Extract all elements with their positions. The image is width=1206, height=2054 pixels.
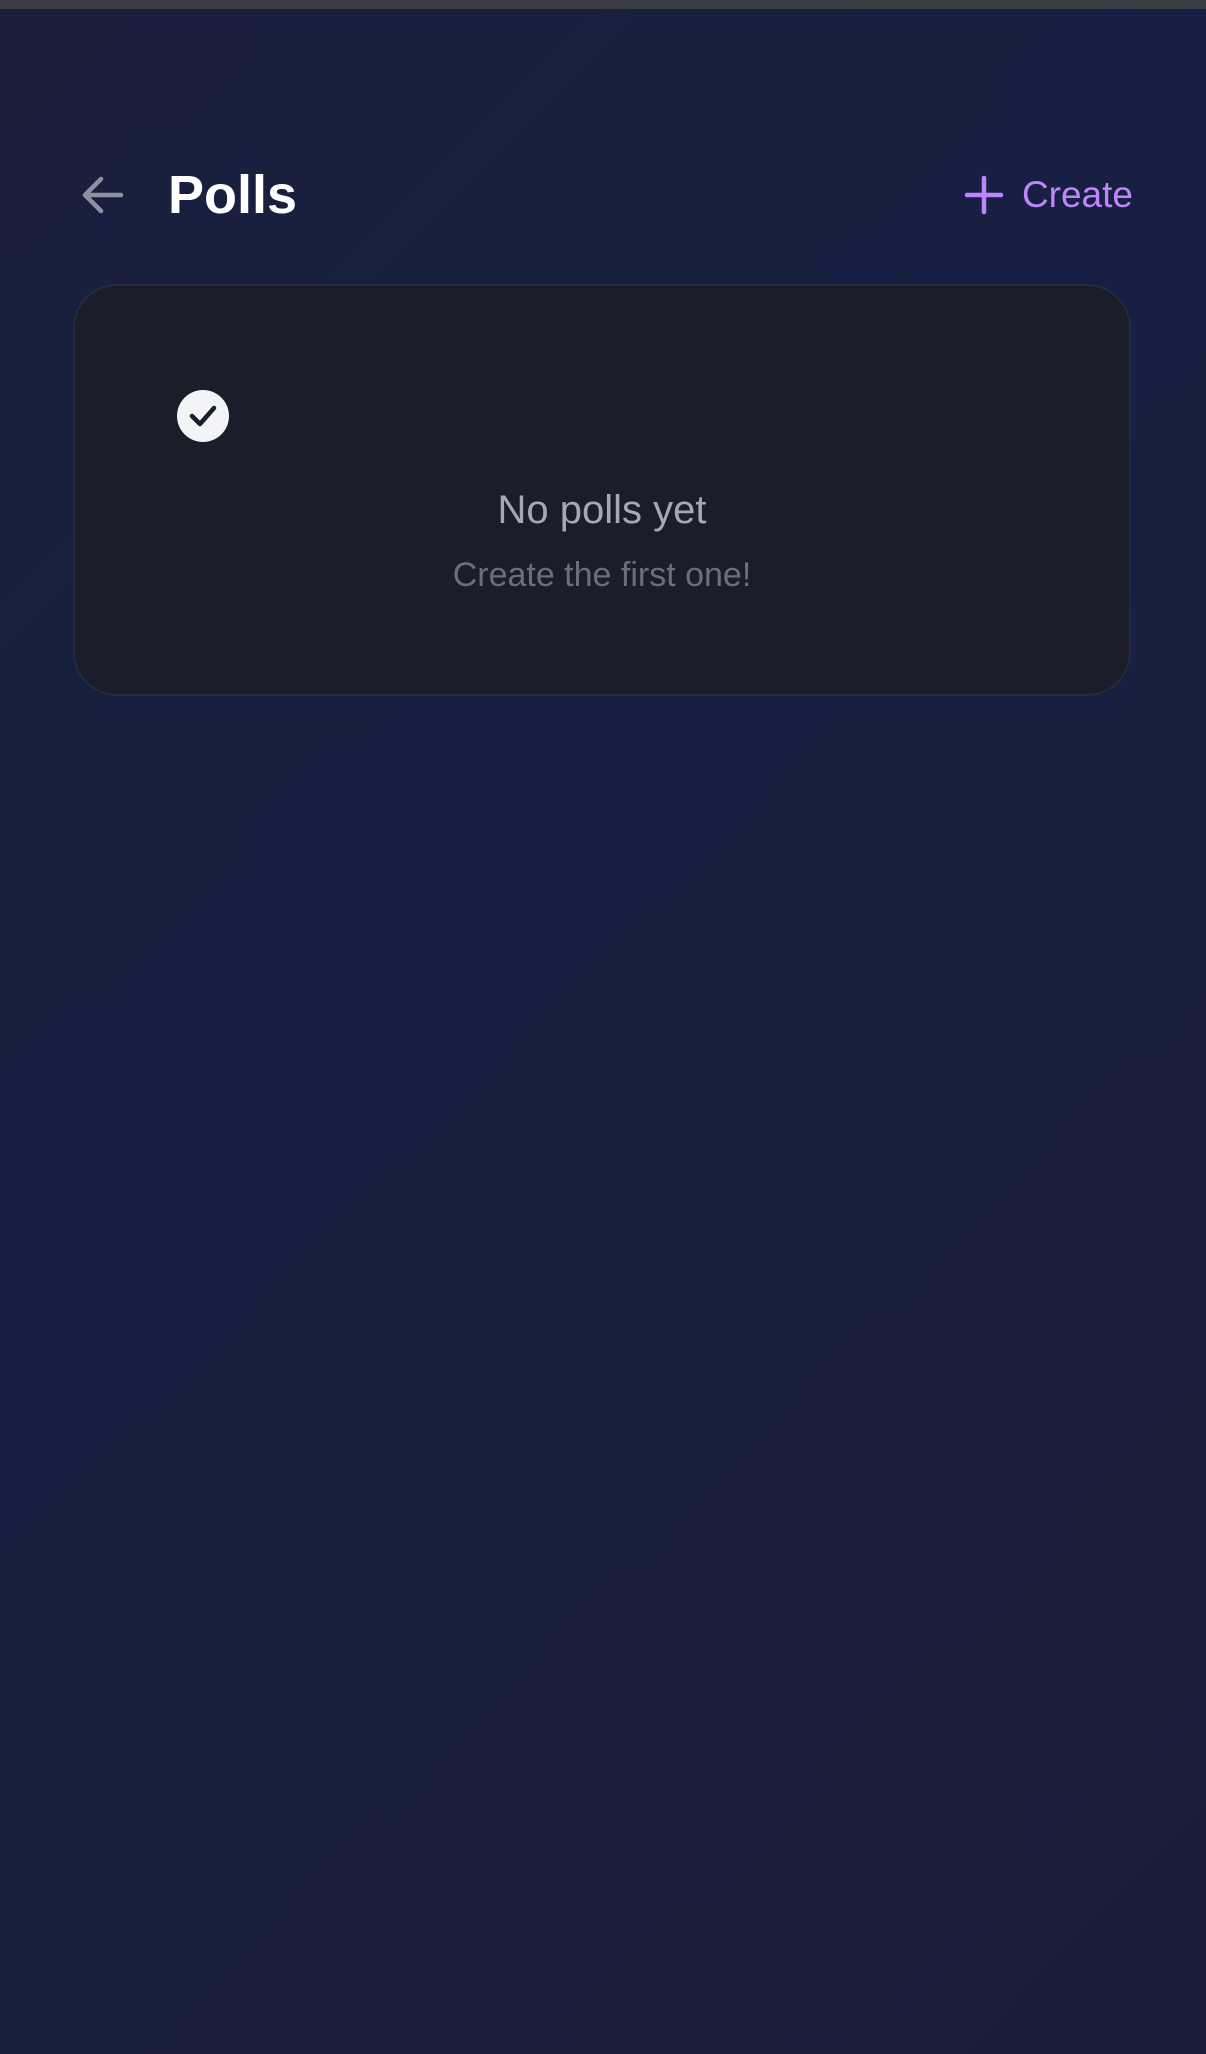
page-header: Polls Create	[0, 150, 1206, 240]
empty-state-title: No polls yet	[497, 488, 707, 532]
plus-icon	[964, 175, 1004, 215]
empty-state-subtitle: Create the first one!	[452, 556, 752, 594]
create-label: Create	[1021, 174, 1133, 215]
empty-state-card: No polls yet Create the first one!	[73, 284, 1131, 696]
check-circle-icon	[177, 390, 229, 442]
window-top-strip	[0, 0, 1206, 9]
page-title: Polls	[168, 165, 298, 225]
arrow-left-icon	[82, 176, 124, 214]
create-poll-button[interactable]: Create	[964, 170, 1133, 220]
back-button[interactable]	[70, 170, 134, 220]
